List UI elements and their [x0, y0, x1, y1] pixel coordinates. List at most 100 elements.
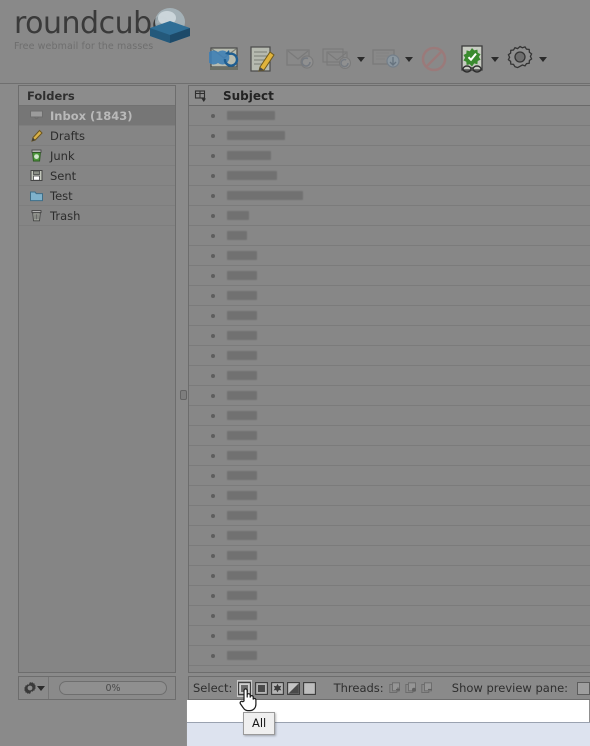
- message-row[interactable]: [189, 246, 590, 266]
- sidebar-item-label: Trash: [50, 208, 81, 223]
- message-row[interactable]: [189, 426, 590, 446]
- message-row[interactable]: [189, 266, 590, 286]
- message-subject-redacted: [227, 651, 257, 660]
- message-status-dot-icon: [211, 593, 215, 598]
- message-row[interactable]: [189, 346, 590, 366]
- message-status-dot-icon: [211, 653, 215, 658]
- reply-button[interactable]: [281, 40, 319, 78]
- message-status-dot-icon: [211, 573, 215, 578]
- compose-button[interactable]: [243, 40, 281, 78]
- message-subject-redacted: [227, 411, 257, 420]
- message-row[interactable]: [189, 526, 590, 546]
- sidebar-item-trash[interactable]: Trash: [19, 206, 175, 226]
- message-status-dot-icon: [211, 473, 215, 478]
- message-status-dot-icon: [211, 193, 215, 198]
- message-subject-redacted: [227, 331, 257, 340]
- message-list-header: Subject: [189, 86, 590, 106]
- mark-chevron-down-icon[interactable]: [491, 40, 501, 78]
- chevron-down-icon[interactable]: [36, 677, 45, 699]
- message-row[interactable]: [189, 226, 590, 246]
- message-row[interactable]: [189, 566, 590, 586]
- folder-actions-button[interactable]: [19, 677, 49, 699]
- message-row[interactable]: [189, 606, 590, 626]
- threads-expand-unread-icon: [405, 681, 417, 693]
- sidebar-item-test[interactable]: Test: [19, 186, 175, 206]
- message-row[interactable]: [189, 126, 590, 146]
- sidebar-item-label: Inbox (1843): [50, 108, 133, 123]
- message-subject-redacted: [227, 211, 249, 220]
- message-status-dot-icon: [211, 613, 215, 618]
- splitter-handle[interactable]: [180, 390, 187, 400]
- message-subject-redacted: [227, 591, 257, 600]
- sidebar-item-inbox[interactable]: Inbox (1843): [19, 106, 175, 126]
- message-status-dot-icon: [211, 153, 215, 158]
- message-row[interactable]: [189, 106, 590, 126]
- select-invert-button[interactable]: [287, 680, 301, 697]
- message-row[interactable]: [189, 486, 590, 506]
- message-subject-redacted: [227, 531, 257, 540]
- message-row[interactable]: [189, 546, 590, 566]
- message-status-dot-icon: [211, 133, 215, 138]
- message-subject-redacted: [227, 311, 257, 320]
- sidebar-item-label: Sent: [50, 168, 77, 183]
- check-mail-button[interactable]: [205, 40, 243, 78]
- message-row[interactable]: [189, 626, 590, 646]
- message-row[interactable]: [189, 506, 590, 526]
- select-none-button[interactable]: [303, 680, 317, 697]
- column-header-subject[interactable]: Subject: [213, 89, 274, 103]
- message-row[interactable]: [189, 386, 590, 406]
- message-subject-redacted: [227, 191, 303, 200]
- sidebar-item-label: Test: [50, 188, 73, 203]
- more-chevron-down-icon[interactable]: [539, 40, 549, 78]
- select-none-icon: [303, 681, 317, 695]
- message-row[interactable]: [189, 186, 590, 206]
- delete-button[interactable]: [415, 40, 453, 78]
- message-row[interactable]: [189, 406, 590, 426]
- sidebar-item-drafts[interactable]: Drafts: [19, 126, 175, 146]
- threads-expand-unread-button[interactable]: [405, 680, 419, 697]
- reply-all-button[interactable]: [319, 40, 357, 78]
- forward-button[interactable]: [367, 40, 405, 78]
- message-row[interactable]: [189, 646, 590, 666]
- panel-splitter[interactable]: [179, 85, 188, 673]
- message-row[interactable]: [189, 446, 590, 466]
- message-status-dot-icon: [211, 433, 215, 438]
- message-row[interactable]: [189, 166, 590, 186]
- message-status-dot-icon: [211, 493, 215, 498]
- message-row[interactable]: [189, 206, 590, 226]
- main-toolbar: [205, 38, 549, 80]
- message-row[interactable]: [189, 326, 590, 346]
- message-subject-redacted: [227, 451, 257, 460]
- reply-all-chevron-down-icon[interactable]: [357, 40, 367, 78]
- threads-collapse-all-button[interactable]: [421, 680, 435, 697]
- sidebar-item-sent[interactable]: Sent: [19, 166, 175, 186]
- drafts-pencil-icon: [27, 128, 45, 144]
- message-row[interactable]: [189, 586, 590, 606]
- message-row[interactable]: [189, 366, 590, 386]
- message-row[interactable]: [189, 146, 590, 166]
- threads-expand-all-button[interactable]: [389, 680, 403, 697]
- select-unread-icon: [271, 681, 284, 695]
- select-all-button[interactable]: [237, 679, 253, 697]
- message-status-dot-icon: [211, 293, 215, 298]
- mark-message-button[interactable]: [453, 40, 491, 78]
- message-subject-redacted: [227, 391, 257, 400]
- message-subject-redacted: [227, 291, 257, 300]
- column-options-icon[interactable]: [189, 87, 213, 105]
- message-status-dot-icon: [211, 253, 215, 258]
- select-unread-button[interactable]: [270, 680, 284, 697]
- more-settings-button[interactable]: [501, 40, 539, 78]
- preview-pane-checkbox[interactable]: [577, 681, 590, 695]
- sidebar-item-label: Drafts: [50, 128, 85, 143]
- select-page-button[interactable]: [254, 680, 268, 697]
- forward-chevron-down-icon[interactable]: [405, 40, 415, 78]
- message-row[interactable]: [189, 306, 590, 326]
- message-subject-redacted: [227, 131, 285, 140]
- message-row[interactable]: [189, 286, 590, 306]
- message-subject-redacted: [227, 571, 257, 580]
- message-row[interactable]: [189, 466, 590, 486]
- sidebar-item-junk[interactable]: Junk: [19, 146, 175, 166]
- app-header: roundcube Free webmail for the masses: [0, 0, 590, 84]
- folders-footer: 0%: [18, 676, 176, 700]
- threads-collapse-all-icon: [421, 681, 433, 693]
